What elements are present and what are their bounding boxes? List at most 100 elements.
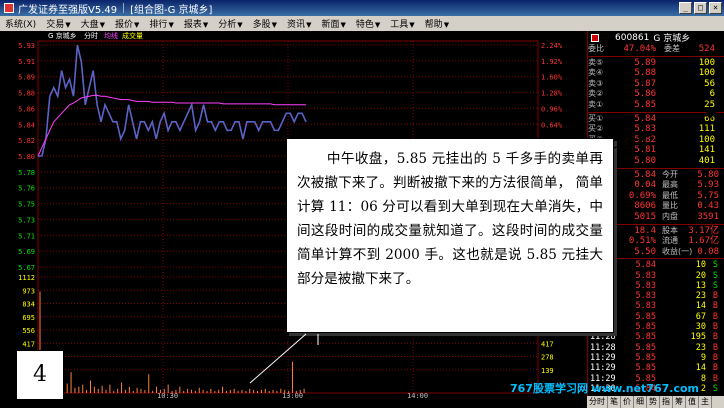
ratio-value: 47.04% <box>623 44 656 54</box>
tick-p: 5.84 <box>635 260 656 271</box>
group-title: [组合图-G 京城乡] <box>130 4 213 16</box>
panel-divider <box>588 111 724 113</box>
price-tick-label: 5.71 <box>18 232 35 240</box>
ratio-label: 委比 <box>588 44 604 53</box>
title-bar: 广发证券至强版V5.49 [组合图-G 京城乡] _ □ × <box>0 0 724 16</box>
menu-item-7[interactable]: 多股▼ <box>248 17 282 30</box>
tick-p: 5.85 <box>635 311 656 322</box>
bid-row[interactable]: 买① 5.84 66 <box>588 114 724 125</box>
row-volume: 6 <box>709 89 715 100</box>
close-button[interactable]: × <box>709 2 722 14</box>
menu-item-10[interactable]: 特色▼ <box>351 17 385 30</box>
menu-item-0[interactable]: 系统(X) <box>0 17 41 30</box>
bid-row[interactable]: 买② 5.83 111 <box>588 124 724 135</box>
row-label: 卖① <box>588 99 604 109</box>
tick-s: B <box>712 352 718 363</box>
right-volume-tick-label: 417 <box>541 340 554 348</box>
step-number: 4 <box>16 350 64 400</box>
menu-item-1[interactable]: 交易▼ <box>41 17 75 30</box>
tab-6[interactable]: 筹 <box>673 396 686 408</box>
row-price: 5.82 <box>634 134 656 145</box>
menu-item-6[interactable]: 分析▼ <box>213 17 247 30</box>
tab-0[interactable]: 分时 <box>587 396 608 408</box>
chevron-down-icon: ▼ <box>99 21 106 29</box>
tick-p: 5.83 <box>635 291 656 302</box>
time-tick-label: 10:30 <box>157 392 178 399</box>
tick-t: 11:29 <box>590 363 616 374</box>
app-icon <box>4 3 14 13</box>
tab-5[interactable]: 指 <box>660 396 673 408</box>
row-price: 5.81 <box>634 145 656 156</box>
chevron-down-icon: ▼ <box>202 21 209 29</box>
ask-row[interactable]: 卖⑤ 5.89 100 <box>588 58 724 69</box>
tab-3[interactable]: 细 <box>634 396 647 408</box>
stat-label: 最高 <box>662 180 678 190</box>
menu-item-label: 交易 <box>46 20 65 30</box>
row-label: 卖③ <box>588 78 604 88</box>
tick-v: 20 <box>695 270 706 281</box>
chevron-down-icon: ▼ <box>237 21 243 29</box>
row-price: 5.85 <box>634 99 656 110</box>
tick-v: 30 <box>695 322 706 333</box>
tick-s: B <box>712 373 718 384</box>
row-price: 5.88 <box>634 68 656 79</box>
menu-item-label: 系统(X) <box>5 20 37 30</box>
maximize-button[interactable]: □ <box>694 2 707 14</box>
pct-tick-label: 0.64% <box>541 121 563 129</box>
tab-4[interactable]: 势 <box>647 396 660 408</box>
stat-value: 3.17亿 <box>688 225 719 236</box>
menu-item-label: 报表 <box>183 20 202 30</box>
stat-label: 流通 <box>662 236 678 246</box>
menu-item-4[interactable]: 排行▼ <box>144 17 178 30</box>
row-volume: 111 <box>698 124 715 135</box>
ask-row[interactable]: 卖① 5.85 25 <box>588 100 724 111</box>
tick-s: B <box>712 342 718 353</box>
menu-item-11[interactable]: 工具▼ <box>385 17 419 30</box>
price-tick-label: 5.88 <box>18 90 35 98</box>
menu-item-12[interactable]: 帮助▼ <box>420 17 454 30</box>
row-price: 5.89 <box>634 57 656 68</box>
window-controls: _ □ × <box>679 2 722 14</box>
tab-1[interactable]: 笔 <box>608 396 621 408</box>
tick-row: 11:29 5.85 14 B <box>588 363 724 373</box>
chevron-down-icon: ▼ <box>443 21 450 29</box>
annotation-callout: 中午收盘，5.85 元挂出的 5 千多手的卖单再次被撤下来了。判断被撤下来的方法… <box>286 138 614 333</box>
price-tick-label: 5.86 <box>18 105 35 113</box>
menu-item-9[interactable]: 新面▼ <box>316 17 350 30</box>
tick-p: 5.83 <box>635 301 656 312</box>
tab-8[interactable]: 主 <box>699 396 712 408</box>
volume-tick-label: 1112 <box>18 274 35 282</box>
tick-v: 14 <box>695 301 706 312</box>
menu-item-label: 工具 <box>390 20 409 30</box>
chevron-down-icon: ▼ <box>306 21 312 29</box>
diff-value: 524 <box>698 44 715 54</box>
menu-item-8[interactable]: 资讯▼ <box>282 17 316 30</box>
tick-row: 11:28 5.85 23 B <box>588 343 724 353</box>
tab-7[interactable]: 值 <box>686 396 699 408</box>
tick-p: 5.85 <box>635 342 656 353</box>
menu-item-2[interactable]: 大盘▼ <box>76 17 110 30</box>
ask-row[interactable]: 卖② 5.86 6 <box>588 89 724 100</box>
stat-value: 3591 <box>697 211 719 222</box>
price-tick-label: 5.67 <box>18 264 35 272</box>
tick-s: S <box>712 383 718 394</box>
status-bar <box>0 399 587 408</box>
row-volume: 100 <box>698 68 715 79</box>
ask-row[interactable]: 卖③ 5.87 56 <box>588 79 724 90</box>
row-volume: 401 <box>698 155 715 166</box>
stat-value: 0.08 <box>697 246 719 257</box>
panel-divider <box>588 55 724 57</box>
menu-item-5[interactable]: 报表▼ <box>179 17 213 30</box>
stat-label: 股本 <box>662 225 678 235</box>
minimize-button[interactable]: _ <box>679 2 692 14</box>
price-tick-label: 5.75 <box>18 201 35 209</box>
tab-2[interactable]: 价 <box>621 396 634 408</box>
stat-value: 0.69% <box>628 190 656 201</box>
right-volume-tick-label: 139 <box>541 367 554 375</box>
stat-value: 5.50 <box>634 246 656 257</box>
tick-p: 5.83 <box>635 270 656 281</box>
ask-row[interactable]: 卖④ 5.88 100 <box>588 68 724 79</box>
menu-bar: 系统(X) 交易▼ 大盘▼ 报价▼ 排行▼ 报表▼ 分析▼ 多股▼ 资讯▼ 新面▼ 特色▼ 工具▼ 帮助… <box>0 16 724 31</box>
menu-item-3[interactable]: 报价▼ <box>110 17 144 30</box>
stat-value: 0.51% <box>628 236 656 247</box>
